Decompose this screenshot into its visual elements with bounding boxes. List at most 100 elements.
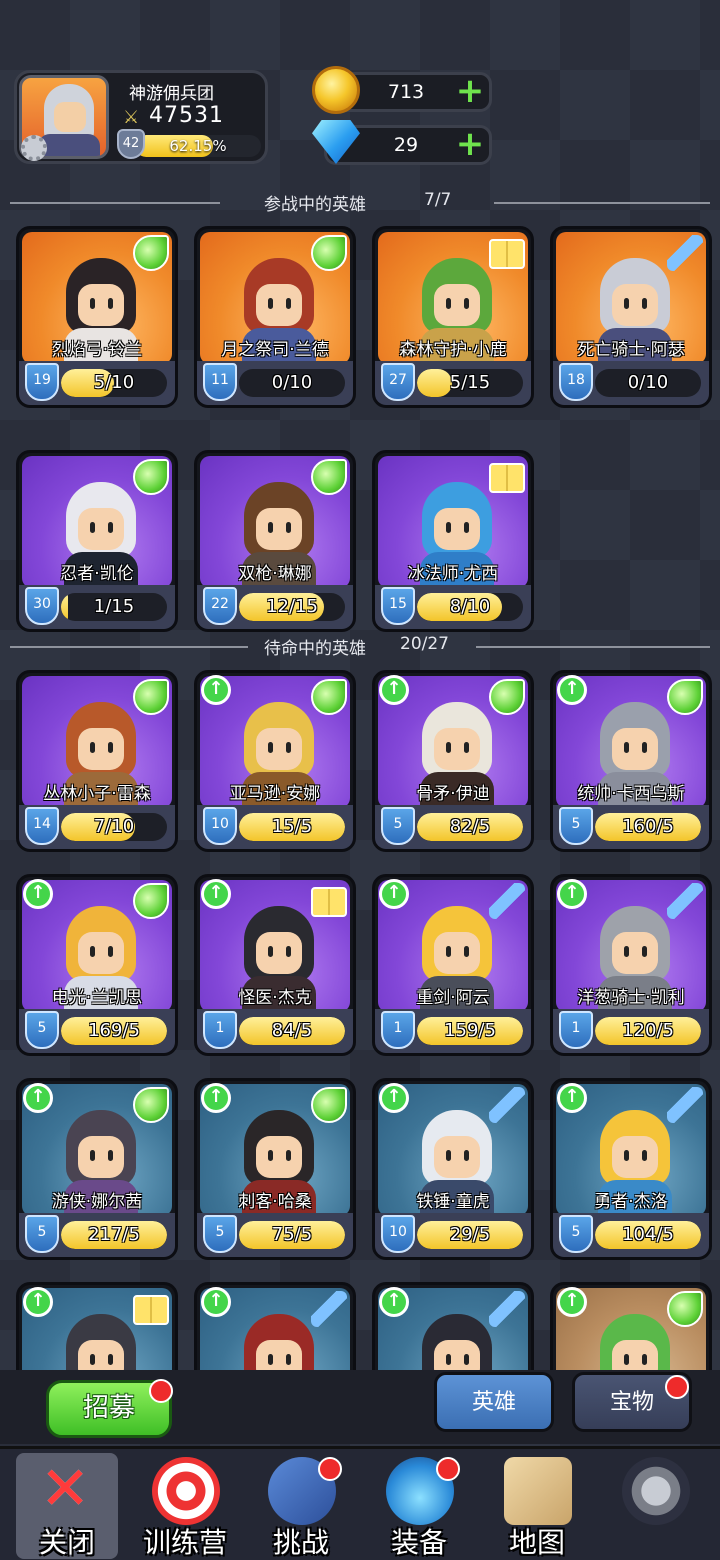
hero-card[interactable]: ↑ 统帅·卡西乌斯 5 160/5 (550, 670, 712, 852)
hero-card[interactable]: ↑ 重剑·阿云 1 159/5 (372, 874, 534, 1056)
hero-card-footer: 10 15/5 (197, 805, 353, 849)
hero-card[interactable]: ↑ (16, 1282, 178, 1370)
hero-name: 忍者·凯伦 (60, 564, 134, 584)
hero-card[interactable]: 忍者·凯伦 30 1/15 (16, 450, 178, 632)
hero-name: 游侠·娜尔茜 (51, 1192, 143, 1212)
add-gold-button[interactable]: + (455, 74, 485, 108)
profile-panel[interactable]: 神游佣兵团 ⚔ 47531 42 62.15% (14, 70, 268, 164)
hero-shard-count: 7/10 (93, 816, 135, 837)
gold-value: 713 (387, 81, 425, 103)
hero-card-footer: 1 159/5 (375, 1009, 531, 1053)
hero-name: 统帅·卡西乌斯 (577, 784, 685, 804)
hero-shard-count: 5/15 (449, 372, 491, 393)
wing-class-icon (311, 459, 347, 495)
nav-challenge[interactable]: 挑战 (246, 1453, 356, 1559)
book-class-icon (489, 239, 525, 269)
hero-card[interactable]: 双枪·琳娜 22 12/15 (194, 450, 356, 632)
nav-locked[interactable] (600, 1453, 710, 1559)
hero-name: 月之祭司·兰德 (221, 340, 329, 360)
hero-name: 重剑·阿云 (416, 988, 490, 1008)
hero-card[interactable]: ↑ 刺客·哈桑 5 75/5 (194, 1078, 356, 1260)
hero-card-footer: 10 29/5 (375, 1213, 531, 1257)
hero-name: 双枪·琳娜 (238, 564, 312, 584)
book-class-icon (133, 1295, 169, 1325)
tab-treasure[interactable]: 宝物 (572, 1372, 692, 1432)
diamond-value: 29 (393, 134, 419, 156)
nav-challenge-label: 挑战 (272, 1526, 329, 1559)
hero-card[interactable]: 森林守护·小鹿 27 5/15 (372, 226, 534, 408)
reserve-section-header: 待命中的英雄 20/27 (0, 632, 720, 662)
power-icon: ⚔ (123, 107, 140, 128)
hero-card-footer: 1 84/5 (197, 1009, 353, 1053)
hero-shard-count: 75/5 (271, 1224, 313, 1245)
add-diamond-button[interactable]: + (455, 127, 485, 161)
target-icon (152, 1457, 220, 1525)
map-icon (504, 1457, 572, 1525)
hero-card[interactable]: 月之祭司·兰德 11 0/10 (194, 226, 356, 408)
hero-card[interactable]: ↑ 亚马逊·安娜 10 15/5 (194, 670, 356, 852)
hero-card[interactable]: ↑ (372, 1282, 534, 1370)
hero-level-badge: 5 (559, 807, 593, 845)
hero-card[interactable]: ↑ 电光·兰凯思 5 169/5 (16, 874, 178, 1056)
upgrade-arrow-icon: ↑ (379, 1287, 409, 1317)
hero-card[interactable]: ↑ 洋葱骑士·凯利 1 120/5 (550, 874, 712, 1056)
hero-level-badge: 15 (381, 587, 415, 625)
hero-name: 亚马逊·安娜 (229, 784, 321, 804)
hero-card[interactable]: ↑ 怪医·杰克 1 84/5 (194, 874, 356, 1056)
hero-card[interactable]: 丛林小子·雷森 14 7/10 (16, 670, 178, 852)
hero-level-badge: 10 (381, 1215, 415, 1253)
hero-level-badge: 22 (203, 587, 237, 625)
hero-shard-count: 84/5 (271, 1020, 313, 1041)
hero-card-footer: 5 217/5 (19, 1213, 175, 1257)
hero-shard-count: 0/10 (627, 372, 669, 393)
upgrade-arrow-icon: ↑ (379, 879, 409, 909)
hero-name: 洋葱骑士·凯利 (577, 988, 685, 1008)
hero-shard-bar: 159/5 (417, 1017, 523, 1045)
hero-shard-bar: 0/10 (595, 369, 701, 397)
nav-map[interactable]: 地图 (482, 1453, 592, 1559)
hero-card[interactable]: ↑ (550, 1282, 712, 1370)
upgrade-arrow-icon: ↑ (201, 675, 231, 705)
upgrade-arrow-icon: ↑ (379, 1083, 409, 1113)
hero-shard-bar: 5/15 (417, 369, 523, 397)
wing-class-icon (133, 1087, 169, 1123)
tab-heroes[interactable]: 英雄 (434, 1372, 554, 1432)
treasure-notification-dot (665, 1375, 689, 1399)
hero-card[interactable]: 烈焰弓·铃兰 19 5/10 (16, 226, 178, 408)
sword-class-icon (667, 883, 703, 919)
upgrade-arrow-icon: ↑ (201, 1287, 231, 1317)
sword-class-icon (311, 1291, 347, 1327)
hero-card[interactable]: 死亡骑士·阿瑟 18 0/10 (550, 226, 712, 408)
hero-card-footer: 5 160/5 (553, 805, 709, 849)
hero-shard-bar: 7/10 (61, 813, 167, 841)
hero-name: 怪医·杰克 (238, 988, 312, 1008)
hero-card[interactable]: ↑ (194, 1282, 356, 1370)
wing-class-icon (311, 235, 347, 271)
hero-card-footer: 18 0/10 (553, 361, 709, 405)
hero-card[interactable]: ↑ 骨矛·伊迪 5 82/5 (372, 670, 534, 852)
upgrade-arrow-icon: ↑ (201, 879, 231, 909)
wing-class-icon (133, 883, 169, 919)
nav-map-label: 地图 (508, 1526, 565, 1559)
gear-icon[interactable] (21, 135, 47, 161)
upgrade-arrow-icon: ↑ (201, 1083, 231, 1113)
bottom-nav: ✕ 关闭 训练营 挑战 装备 地图 (0, 1446, 720, 1560)
hero-card-footer: 22 12/15 (197, 585, 353, 629)
hero-level-badge: 27 (381, 363, 415, 401)
hero-card[interactable]: ↑ 铁锤·童虎 10 29/5 (372, 1078, 534, 1260)
hero-level-badge: 5 (559, 1215, 593, 1253)
hero-card[interactable]: ↑ 游侠·娜尔茜 5 217/5 (16, 1078, 178, 1260)
nav-close[interactable]: ✕ 关闭 (16, 1453, 118, 1559)
reserve-hero-grid[interactable]: 丛林小子·雷森 14 7/10 ↑ 亚马逊·安娜 10 15/5 ↑ 骨矛·伊迪 5 82/5 ↑ 统帅… (16, 670, 712, 1370)
hero-level-badge: 10 (203, 807, 237, 845)
hero-name: 丛林小子·雷森 (43, 784, 151, 804)
wing-class-icon (489, 679, 525, 715)
recruit-label: 招募 (82, 1393, 135, 1423)
hero-card[interactable]: ↑ 勇者·杰洛 5 104/5 (550, 1078, 712, 1260)
wing-class-icon (133, 235, 169, 271)
hero-card[interactable]: 冰法师·尤西 15 8/10 (372, 450, 534, 632)
recruit-button[interactable]: 招募 (46, 1379, 173, 1438)
nav-training[interactable]: 训练营 (130, 1453, 240, 1559)
hero-shard-bar: 169/5 (61, 1017, 167, 1045)
nav-equipment[interactable]: 装备 (364, 1453, 474, 1559)
